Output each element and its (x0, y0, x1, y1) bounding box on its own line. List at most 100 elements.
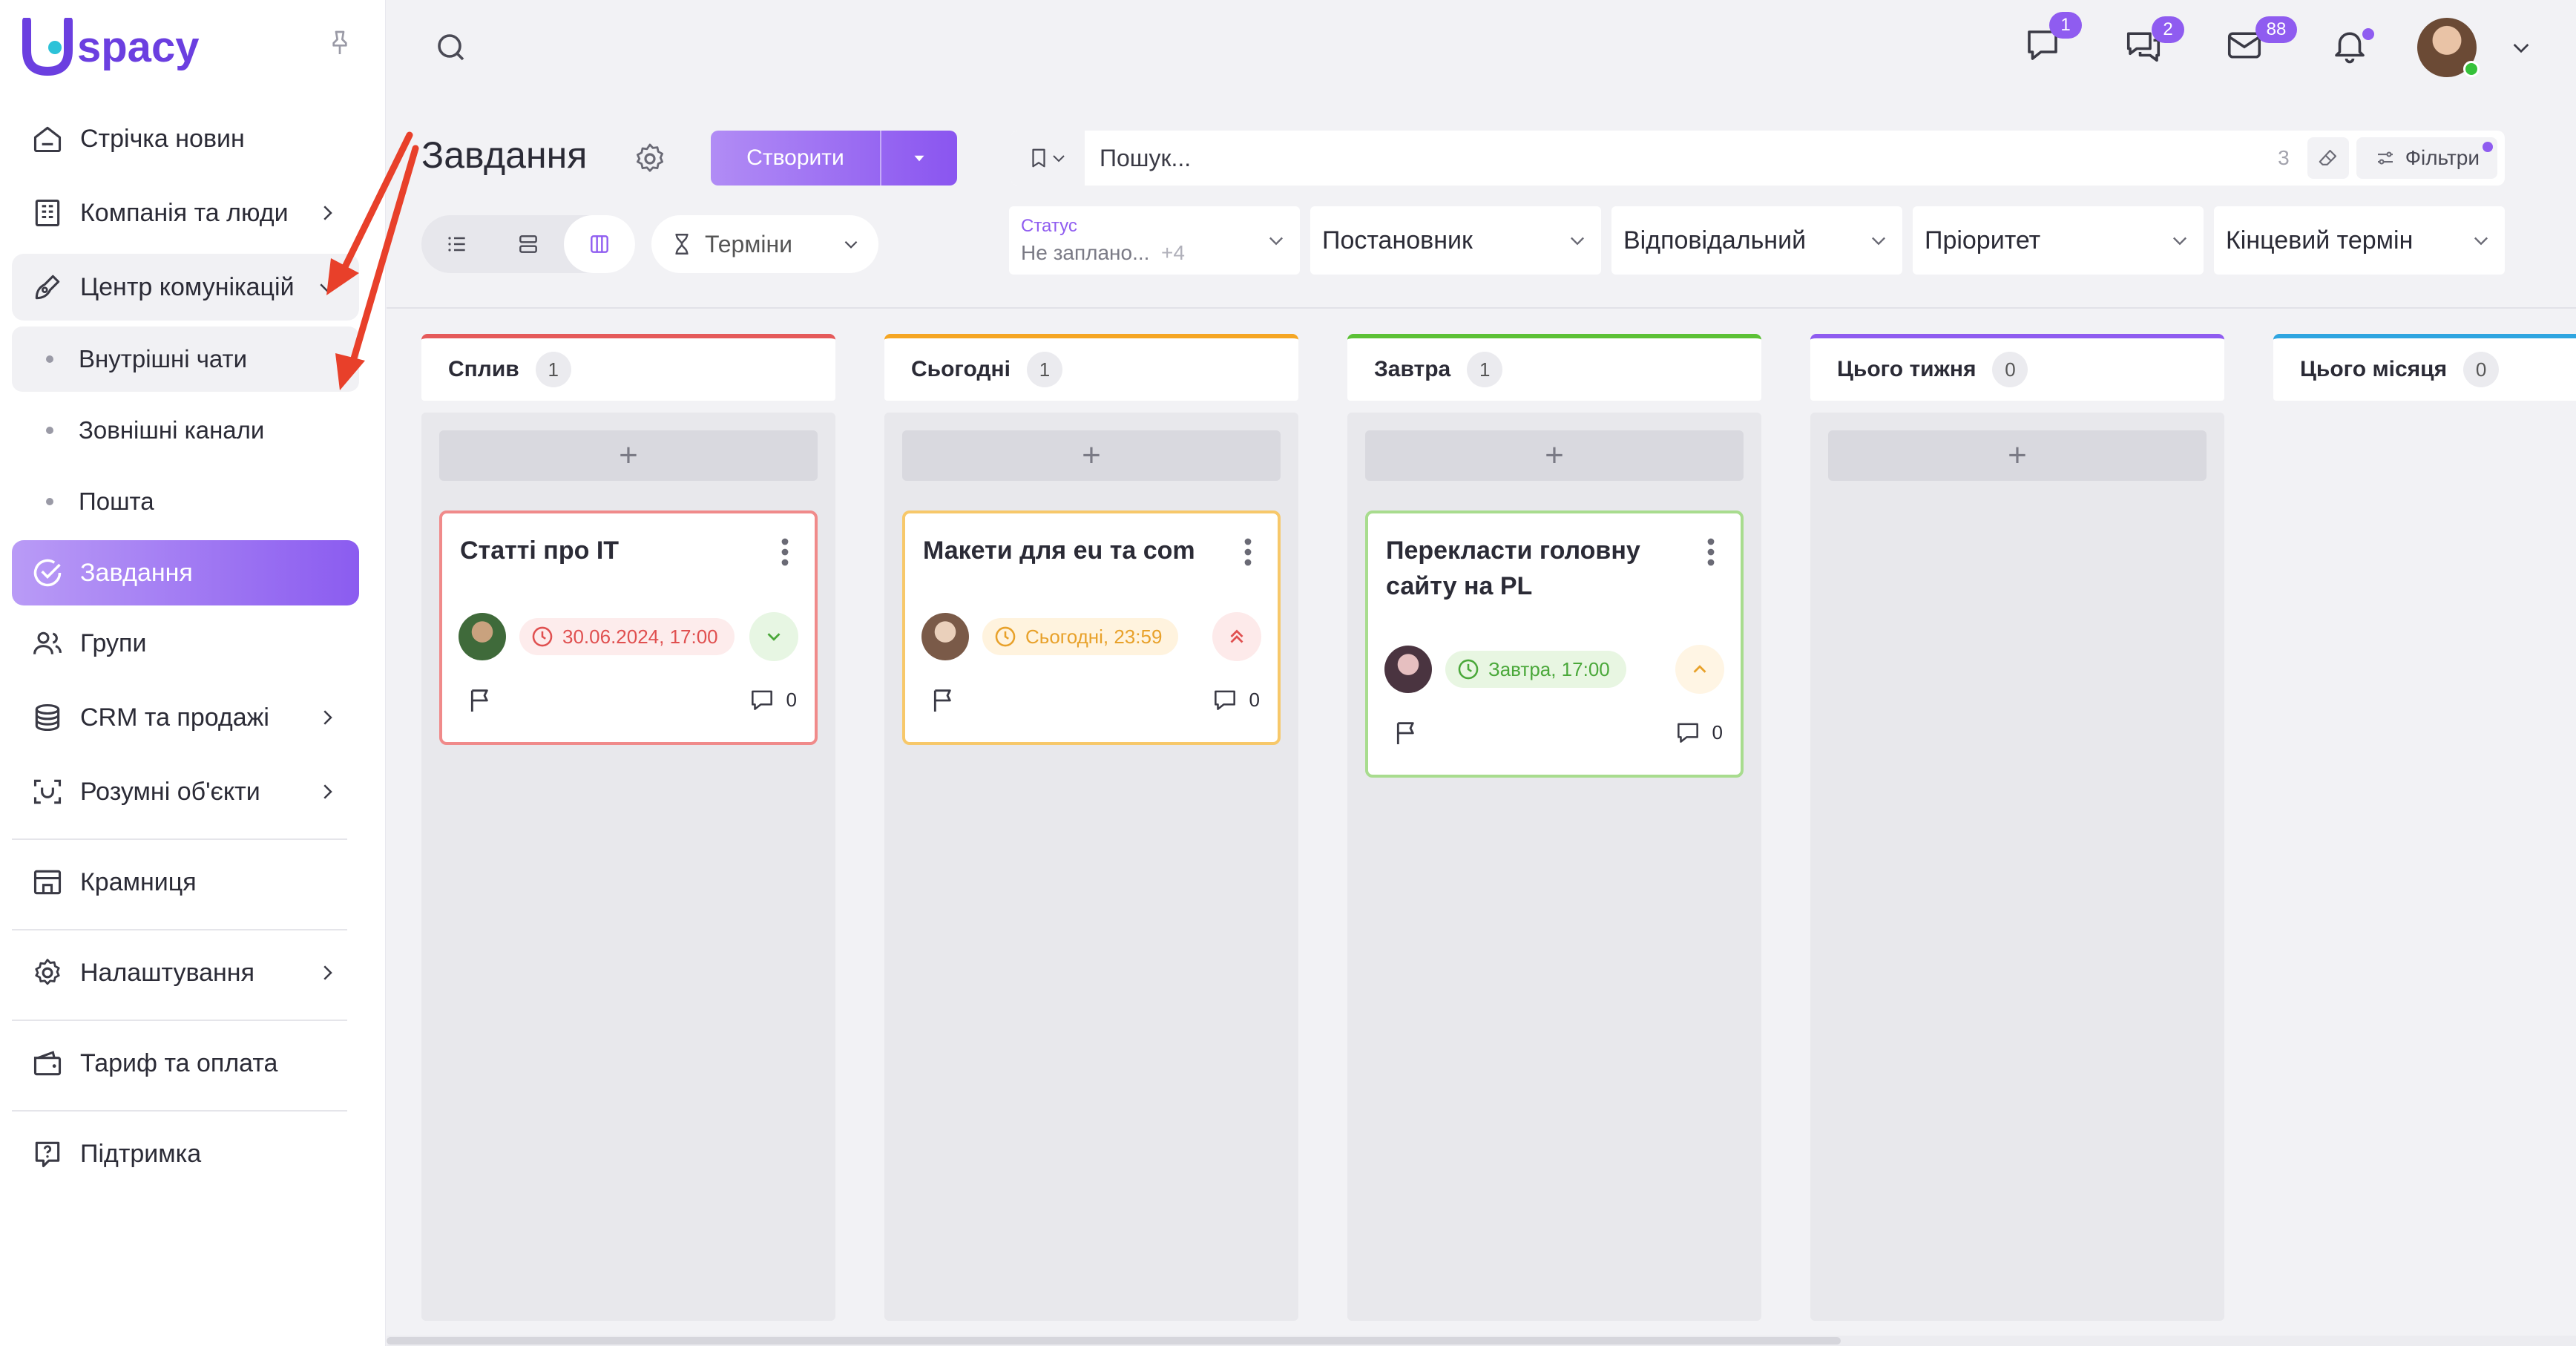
task-card[interactable]: Перекласти головну сайту на PL Завтра, 1… (1365, 511, 1744, 778)
more-options-icon[interactable] (1706, 537, 1715, 567)
sidebar: spacy Стрічка новин Компанія та люди Цен… (0, 0, 419, 1346)
due-date-badge: Сьогодні, 23:59 (982, 618, 1179, 655)
chevron-down-icon (1571, 237, 1584, 246)
header-divider (387, 307, 2576, 309)
sidebar-item-billing[interactable]: Тариф та оплата (12, 1030, 359, 1097)
comments-count[interactable]: 0 (1674, 718, 1723, 746)
column-header: Сплив 1 (421, 334, 835, 401)
search-icon[interactable] (433, 30, 469, 65)
more-options-icon[interactable] (781, 537, 789, 567)
status-filter-label: Статус (1021, 216, 1077, 236)
flag-icon[interactable] (466, 684, 496, 717)
flag-icon[interactable] (929, 684, 959, 717)
assignee-avatar[interactable] (459, 613, 506, 660)
task-title: Статті про IT (460, 536, 620, 565)
responsible-filter[interactable]: Відповідальний (1611, 206, 1902, 275)
sidebar-divider (12, 929, 347, 930)
kanban-column-overdue: Сплив 1 + Статті про IT 30.06.2024, 17:0… (421, 334, 835, 1321)
saved-filters-button[interactable] (1011, 131, 1085, 186)
scrollbar-thumb[interactable] (387, 1337, 1841, 1345)
logo-mark-icon (22, 18, 73, 76)
sidebar-item-label: Стрічка новин (80, 124, 245, 153)
add-task-button[interactable]: + (1828, 430, 2207, 481)
assignee-avatar[interactable] (1384, 646, 1432, 693)
bullet-icon (46, 498, 53, 505)
column-body: + Перекласти головну сайту на PL Завтра,… (1347, 413, 1761, 1321)
sidebar-subitem-label: Зовнішні канали (79, 416, 265, 444)
create-button[interactable]: Створити (711, 131, 880, 186)
clock-icon (532, 626, 553, 647)
comment-icon (1677, 723, 1698, 743)
sidebar-subitem-mail[interactable]: Пошта (12, 469, 359, 534)
app-logo[interactable]: spacy (22, 18, 200, 76)
sidebar-item-groups[interactable]: Групи (12, 610, 359, 677)
assignee-avatar[interactable] (921, 613, 969, 660)
logo-text: spacy (77, 22, 200, 71)
column-title: Завтра (1374, 357, 1451, 381)
column-count: 1 (1026, 352, 1062, 387)
chevron-right-icon (323, 784, 332, 799)
double-chevron-up-icon (1230, 629, 1243, 643)
sidebar-subitem-label: Пошта (79, 487, 154, 515)
list-view-button[interactable] (421, 215, 493, 273)
create-dropdown-button[interactable] (880, 131, 957, 186)
hourglass-icon (675, 234, 689, 255)
priority-low-badge (749, 612, 798, 661)
wallet-icon (30, 1045, 65, 1081)
add-task-button[interactable]: + (1365, 430, 1744, 481)
column-title: Сьогодні (911, 357, 1011, 381)
task-card[interactable]: Макети для eu та com Сьогодні, 23:59 0 (902, 511, 1281, 745)
gear-icon[interactable] (632, 141, 668, 177)
due-date-text: 30.06.2024, 17:00 (562, 625, 718, 648)
gear-icon (30, 955, 65, 991)
kanban-view-button[interactable] (564, 215, 635, 273)
sidebar-item-label: Налаштування (80, 958, 254, 987)
column-title: Цього тижня (1837, 357, 1977, 381)
sidebar-item-settings[interactable]: Налаштування (12, 939, 359, 1006)
comments-count[interactable]: 0 (1211, 686, 1260, 714)
chevron-down-icon (1872, 237, 1885, 246)
sidebar-subitem-external-channels[interactable]: Зовнішні канали (12, 398, 359, 463)
clear-filters-button[interactable] (2307, 137, 2349, 179)
column-title: Цього місяця (2300, 357, 2448, 381)
chevron-down-icon[interactable] (2509, 36, 2533, 59)
add-task-button[interactable]: + (902, 430, 1281, 481)
rows-view-button[interactable] (493, 215, 564, 273)
pin-icon[interactable] (325, 28, 355, 58)
sidebar-item-crm[interactable]: CRM та продажі (12, 684, 359, 751)
due-date-badge: 30.06.2024, 17:00 (519, 618, 735, 655)
sidebar-item-smart-objects[interactable]: Розумні об'єкти (12, 758, 359, 825)
filters-button[interactable]: Фільтри (2356, 137, 2497, 179)
column-header: Цього тижня 0 (1810, 334, 2224, 401)
sidebar-divider (12, 1020, 347, 1021)
bullet-icon (46, 355, 53, 363)
task-card[interactable]: Статті про IT 30.06.2024, 17:00 0 (439, 511, 818, 745)
priority-high-badge (1212, 612, 1261, 661)
status-filter[interactable]: Статус Не заплано... +4 (1009, 206, 1300, 275)
filters-label: Фільтри (2405, 146, 2480, 169)
eraser-icon (2319, 149, 2336, 165)
sidebar-item-store[interactable]: Крамниця (12, 849, 359, 916)
search-bar: Пошук... 3 Фільтри (1011, 131, 2505, 186)
priority-medium-badge (1675, 645, 1724, 694)
responsible-filter-label: Відповідальний (1623, 226, 1807, 255)
more-options-icon[interactable] (1243, 537, 1252, 567)
sidebar-item-tasks[interactable]: Завдання (12, 540, 359, 605)
flag-icon[interactable] (1392, 717, 1422, 749)
priority-filter[interactable]: Пріоритет (1913, 206, 2204, 275)
chevron-up-icon (1693, 665, 1706, 673)
sidebar-item-label: Підтримка (80, 1139, 202, 1168)
search-input[interactable]: Пошук... (1100, 145, 2278, 172)
sidebar-item-label: Розумні об'єкти (80, 777, 260, 806)
horizontal-scrollbar[interactable] (387, 1336, 2576, 1346)
list-icon (448, 237, 465, 252)
terms-select[interactable]: Терміни (651, 215, 878, 273)
status-value-text: Не заплано... (1021, 241, 1150, 264)
add-task-button[interactable]: + (439, 430, 818, 481)
assigner-filter-label: Постановник (1322, 226, 1473, 255)
comments-count[interactable]: 0 (748, 686, 797, 714)
building-icon (30, 195, 65, 231)
sidebar-item-support[interactable]: Підтримка (12, 1120, 359, 1187)
assigner-filter[interactable]: Постановник (1310, 206, 1601, 275)
deadline-filter[interactable]: Кінцевий термін (2214, 206, 2505, 275)
